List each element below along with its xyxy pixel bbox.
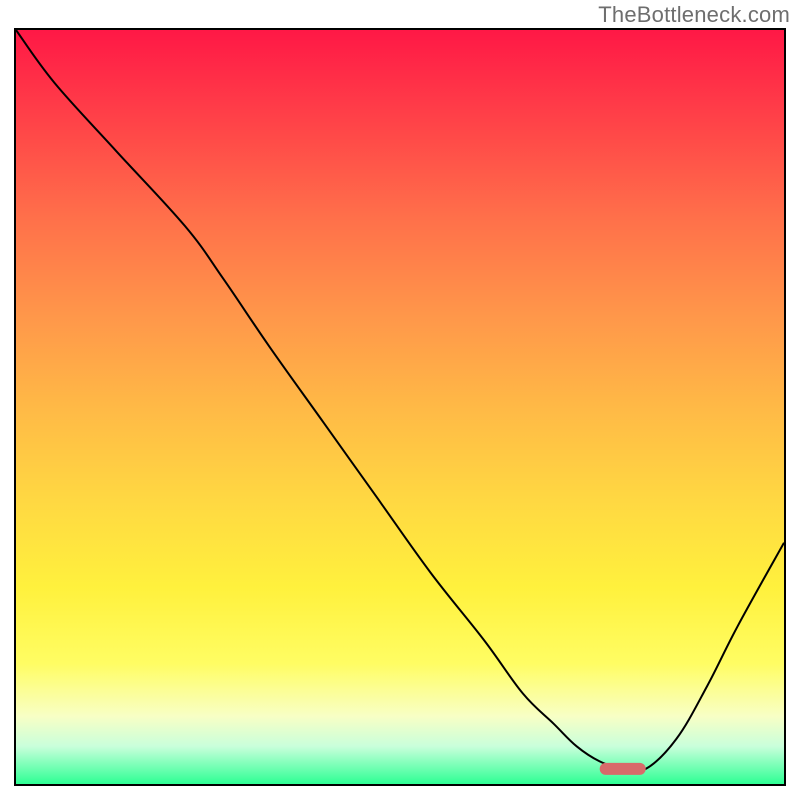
- bottleneck-curve-path: [16, 30, 784, 772]
- attribution-label: TheBottleneck.com: [598, 2, 790, 28]
- plot-frame: [14, 28, 786, 786]
- curve-overlay: [16, 30, 784, 784]
- optimal-marker: [600, 763, 646, 775]
- chart-container: { "attribution": "TheBottleneck.com", "c…: [0, 0, 800, 800]
